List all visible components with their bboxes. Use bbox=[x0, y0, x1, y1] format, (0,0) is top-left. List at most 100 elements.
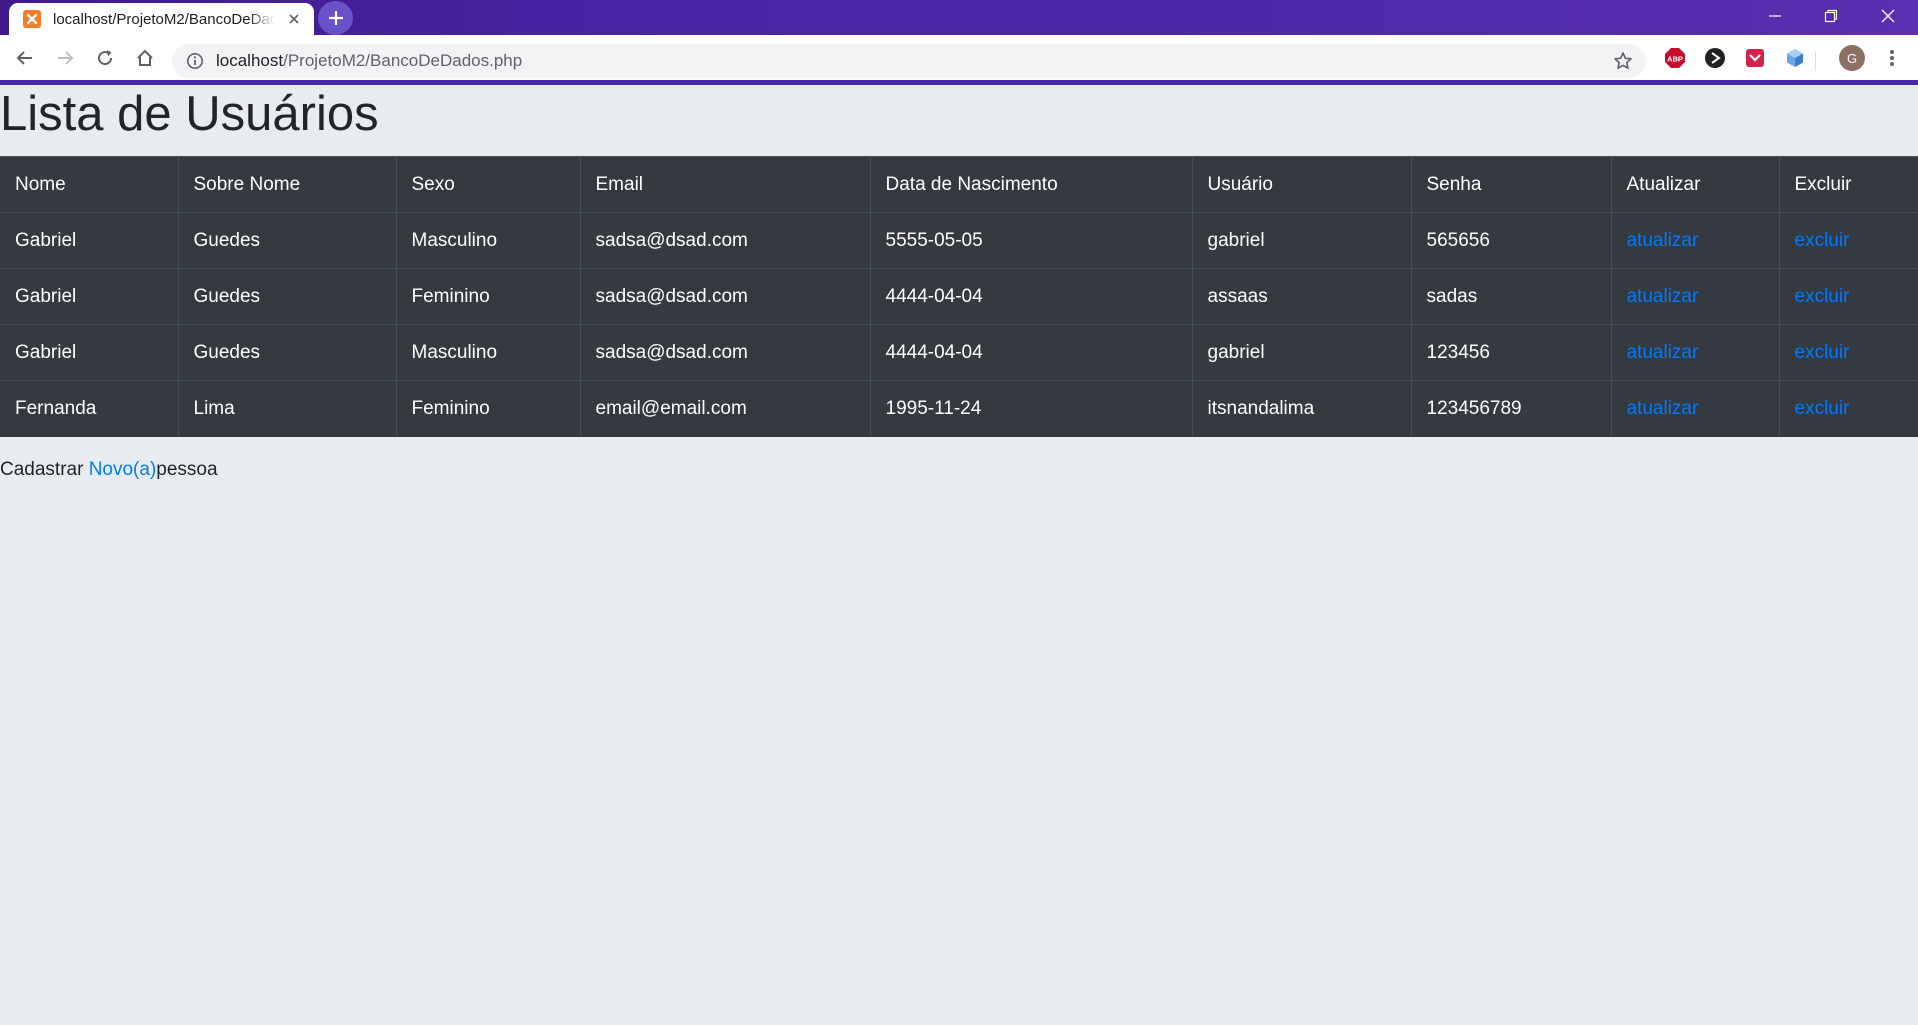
cell-email: sadsa@dsad.com bbox=[579, 268, 870, 325]
excluir-link[interactable]: excluir bbox=[1795, 342, 1850, 363]
cube-icon[interactable] bbox=[1784, 47, 1806, 69]
cell-nome: Gabriel bbox=[0, 324, 178, 381]
register-prefix: Cadastrar bbox=[0, 459, 89, 480]
excluir-link[interactable]: excluir bbox=[1795, 398, 1850, 419]
tab-close-icon[interactable] bbox=[286, 11, 302, 27]
cell-usuario: gabriel bbox=[1191, 212, 1411, 269]
browser-tab-strip: localhost/ProjetoM2/BancoDeDados.php bbox=[0, 0, 1918, 35]
table-header-row: Nome Sobre Nome Sexo Email Data de Nasci… bbox=[0, 156, 1918, 213]
cell-excluir: excluir bbox=[1778, 324, 1918, 381]
pocket-icon[interactable] bbox=[1744, 47, 1766, 69]
cell-sexo: Masculino bbox=[395, 212, 580, 269]
cell-excluir: excluir bbox=[1778, 212, 1918, 269]
url-host: localhost bbox=[216, 51, 284, 70]
restore-button[interactable] bbox=[1803, 0, 1859, 32]
cell-email: sadsa@dsad.com bbox=[579, 324, 870, 381]
forward-button[interactable] bbox=[50, 43, 80, 73]
cell-senha: sadas bbox=[1410, 268, 1611, 325]
cell-nascimento: 5555-05-05 bbox=[869, 212, 1192, 269]
column-header-senha: Senha bbox=[1410, 156, 1611, 213]
cell-nome: Gabriel bbox=[0, 268, 178, 325]
table-row: Fernanda Lima Feminino email@email.com 1… bbox=[0, 380, 1918, 437]
column-header-data-nascimento: Data de Nascimento bbox=[869, 156, 1192, 213]
minimize-icon bbox=[1769, 15, 1781, 17]
cell-senha: 123456789 bbox=[1410, 380, 1611, 437]
abp-icon[interactable]: ABP bbox=[1664, 47, 1686, 69]
reload-icon bbox=[98, 50, 113, 66]
column-header-nome: Nome bbox=[0, 156, 178, 213]
address-bar[interactable]: localhost/ProjetoM2/BancoDeDados.php bbox=[172, 44, 1646, 78]
column-header-email: Email bbox=[579, 156, 870, 213]
cell-excluir: excluir bbox=[1778, 268, 1918, 325]
cell-atualizar: atualizar bbox=[1610, 212, 1779, 269]
cell-sexo: Feminino bbox=[395, 380, 580, 437]
cell-email: email@email.com bbox=[579, 380, 870, 437]
cell-sobrenome: Guedes bbox=[177, 212, 396, 269]
table-row: Gabriel Guedes Masculino sadsa@dsad.com … bbox=[0, 212, 1918, 269]
arrow-right-icon bbox=[58, 51, 74, 65]
cell-sexo: Masculino bbox=[395, 324, 580, 381]
profile-avatar[interactable]: G bbox=[1839, 45, 1865, 71]
page-content: Lista de Usuários Nome Sobre Nome Sexo E… bbox=[0, 85, 1918, 1025]
bookmark-star-icon[interactable] bbox=[1613, 51, 1633, 71]
cell-nome: Gabriel bbox=[0, 212, 178, 269]
cell-usuario: itsnandalima bbox=[1191, 380, 1411, 437]
cell-senha: 123456 bbox=[1410, 324, 1611, 381]
back-button[interactable] bbox=[10, 43, 40, 73]
cell-email: sadsa@dsad.com bbox=[579, 212, 870, 269]
cell-sobrenome: Lima bbox=[177, 380, 396, 437]
excluir-link[interactable]: excluir bbox=[1795, 230, 1850, 251]
cell-nascimento: 4444-04-04 bbox=[869, 268, 1192, 325]
cell-sexo: Feminino bbox=[395, 268, 580, 325]
column-header-excluir: Excluir bbox=[1778, 156, 1918, 213]
home-button[interactable] bbox=[130, 43, 160, 73]
cell-atualizar: atualizar bbox=[1610, 268, 1779, 325]
cell-senha: 565656 bbox=[1410, 212, 1611, 269]
menu-kebab-icon[interactable] bbox=[1881, 47, 1903, 69]
toolbar-separator bbox=[1815, 51, 1816, 71]
browser-tab[interactable]: localhost/ProjetoM2/BancoDeDados.php bbox=[9, 3, 314, 35]
register-new-link[interactable]: Novo(a) bbox=[89, 459, 157, 480]
table-row: Gabriel Guedes Feminino sadsa@dsad.com 4… bbox=[0, 268, 1918, 325]
url-text[interactable]: localhost/ProjetoM2/BancoDeDados.php bbox=[216, 51, 522, 71]
info-icon[interactable] bbox=[186, 52, 204, 70]
column-header-usuario: Usuário bbox=[1191, 156, 1411, 213]
cell-atualizar: atualizar bbox=[1610, 380, 1779, 437]
close-window-button[interactable] bbox=[1860, 0, 1916, 32]
column-header-sexo: Sexo bbox=[395, 156, 580, 213]
column-header-atualizar: Atualizar bbox=[1610, 156, 1779, 213]
atualizar-link[interactable]: atualizar bbox=[1627, 342, 1699, 363]
atualizar-link[interactable]: atualizar bbox=[1627, 230, 1699, 251]
new-tab-button[interactable] bbox=[318, 1, 353, 35]
cell-nascimento: 1995-11-24 bbox=[869, 380, 1192, 437]
browser-toolbar: localhost/ProjetoM2/BancoDeDados.php ABP… bbox=[0, 35, 1918, 80]
cell-usuario: assaas bbox=[1191, 268, 1411, 325]
abp-label: ABP bbox=[1667, 55, 1683, 64]
restore-icon bbox=[1824, 9, 1838, 23]
xampp-favicon-icon bbox=[23, 10, 41, 28]
plus-icon bbox=[328, 11, 343, 25]
register-line: Cadastrar Novo(a)pessoa bbox=[0, 459, 218, 481]
register-suffix: pessoa bbox=[156, 459, 218, 480]
url-path: /ProjetoM2/BancoDeDados.php bbox=[283, 51, 523, 70]
cell-nome: Fernanda bbox=[0, 380, 178, 437]
cell-nascimento: 4444-04-04 bbox=[869, 324, 1192, 381]
excluir-link[interactable]: excluir bbox=[1795, 286, 1850, 307]
tab-title: localhost/ProjetoM2/BancoDeDados.php bbox=[53, 10, 275, 28]
close-icon bbox=[1881, 9, 1895, 23]
users-table: Nome Sobre Nome Sexo Email Data de Nasci… bbox=[0, 156, 1918, 437]
cell-sobrenome: Guedes bbox=[177, 268, 396, 325]
cell-atualizar: atualizar bbox=[1610, 324, 1779, 381]
atualizar-link[interactable]: atualizar bbox=[1627, 398, 1699, 419]
minimize-button[interactable] bbox=[1747, 0, 1803, 32]
reload-button[interactable] bbox=[90, 43, 120, 73]
home-icon bbox=[137, 49, 153, 66]
cell-usuario: gabriel bbox=[1191, 324, 1411, 381]
atualizar-link[interactable]: atualizar bbox=[1627, 286, 1699, 307]
arrow-left-icon bbox=[16, 51, 32, 65]
table-row: Gabriel Guedes Masculino sadsa@dsad.com … bbox=[0, 324, 1918, 381]
column-header-sobre-nome: Sobre Nome bbox=[177, 156, 396, 213]
dark-mode-icon[interactable] bbox=[1704, 47, 1726, 69]
cell-sobrenome: Guedes bbox=[177, 324, 396, 381]
page-title: Lista de Usuários bbox=[0, 87, 379, 141]
